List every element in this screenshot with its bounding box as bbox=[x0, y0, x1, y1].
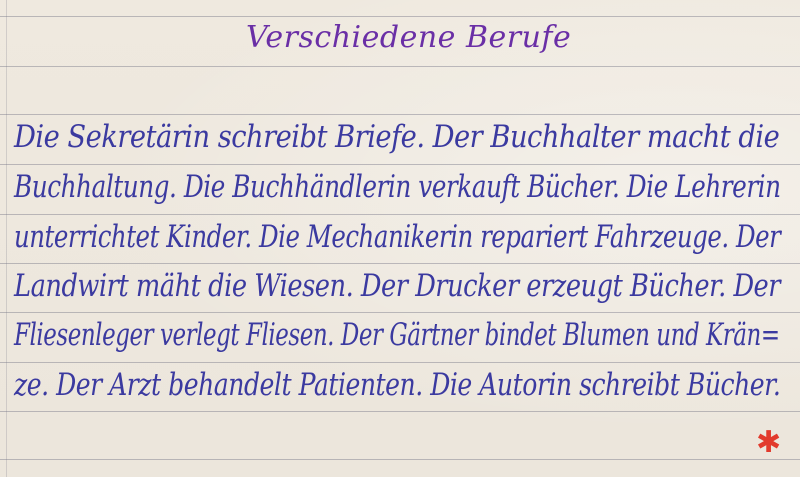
text-line-3: unterrichtet Kinder. Die Mechanikerin re… bbox=[14, 219, 781, 255]
page-title: Verschiedene Berufe bbox=[246, 20, 572, 55]
text-line-6: ze. Der Arzt behandelt Patienten. Die Au… bbox=[14, 367, 781, 403]
text-line-2: Buchhaltung. Die Buchhändlerin verkauft … bbox=[14, 169, 781, 205]
text-line-1: Die Sekretärin schreibt Briefe. Der Buch… bbox=[14, 119, 780, 155]
text-line-4: Landwirt mäht die Wiesen. Der Drucker er… bbox=[14, 268, 781, 304]
text-line-5: Fliesenleger verlegt Fliesen. Der Gärtne… bbox=[14, 317, 780, 353]
red-star-mark: ✱ bbox=[756, 425, 782, 460]
page-margin-line bbox=[6, 0, 7, 477]
